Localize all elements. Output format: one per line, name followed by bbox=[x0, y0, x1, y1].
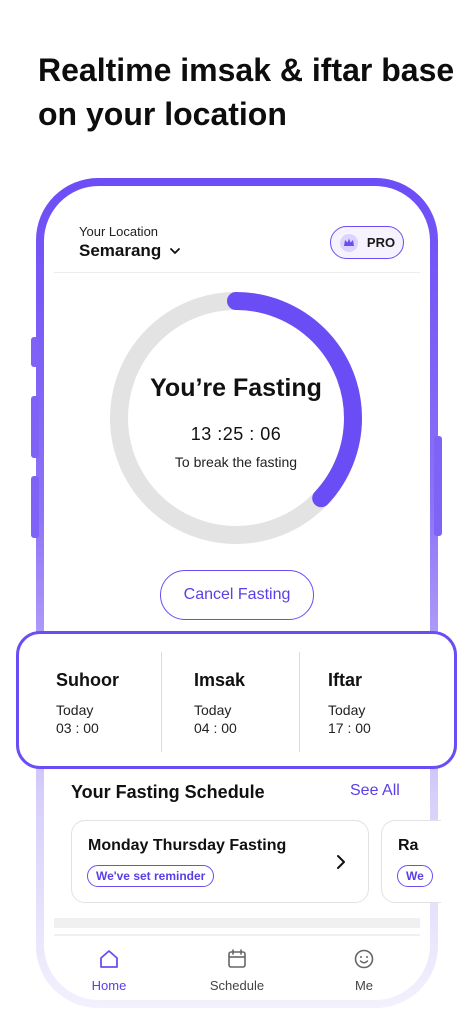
section-divider bbox=[54, 918, 420, 928]
fasting-progress-ring bbox=[110, 292, 362, 544]
cancel-fasting-button[interactable]: Cancel Fasting bbox=[160, 570, 314, 620]
location-selector[interactable]: Semarang bbox=[79, 241, 181, 261]
schedule-card[interactable]: Ra We bbox=[381, 820, 441, 903]
time-value: 03 : 00 bbox=[56, 720, 99, 736]
time-day: Today bbox=[56, 702, 94, 718]
section-divider bbox=[54, 934, 420, 936]
time-name: Suhoor bbox=[56, 670, 119, 690]
time-value: 17 : 00 bbox=[328, 720, 371, 736]
schedule-card[interactable]: Monday Thursday Fasting We've set remind… bbox=[71, 820, 369, 903]
time-day: Today bbox=[328, 702, 366, 718]
time-day: Today bbox=[194, 702, 232, 718]
smile-icon bbox=[354, 949, 374, 969]
schedule-card-name: Ra bbox=[398, 837, 419, 854]
phone-side-button bbox=[31, 337, 39, 367]
crown-icon bbox=[339, 233, 358, 252]
nav-item-home[interactable]: Home bbox=[69, 948, 149, 993]
nav-item-schedule[interactable]: Schedule bbox=[197, 948, 277, 993]
time-name: Imsak bbox=[194, 670, 246, 690]
nav-label: Me bbox=[354, 978, 374, 993]
time-value: 04 : 00 bbox=[194, 720, 237, 736]
header-divider bbox=[54, 272, 420, 273]
see-all-link[interactable]: See All bbox=[350, 782, 400, 800]
fasting-subtitle: To break the fasting bbox=[174, 454, 298, 470]
chevron-down-icon bbox=[170, 248, 181, 254]
pro-badge-label: PRO bbox=[366, 235, 396, 250]
fasting-timer: 13 :25 : 06 bbox=[190, 424, 282, 444]
headline: Realtime imsak & iftar base on your loca… bbox=[38, 52, 455, 132]
location-value: Semarang bbox=[79, 241, 162, 260]
schedule-title: Your Fasting Schedule bbox=[71, 782, 265, 802]
pro-badge-button[interactable]: PRO bbox=[330, 226, 404, 259]
prayer-times-card: Suhoor Today 03 : 00 Imsak Today 04 : 00… bbox=[16, 631, 457, 769]
reminder-tag: We bbox=[397, 865, 433, 887]
home-icon bbox=[100, 950, 118, 968]
location-label: Your Location bbox=[79, 224, 159, 239]
chevron-right-icon bbox=[337, 855, 345, 869]
calendar-icon bbox=[228, 949, 246, 968]
nav-label: Home bbox=[91, 978, 127, 993]
time-divider bbox=[161, 652, 162, 752]
phone-side-button bbox=[434, 436, 442, 536]
time-divider bbox=[299, 652, 300, 752]
phone-side-button bbox=[31, 476, 39, 538]
time-name: Iftar bbox=[328, 670, 363, 690]
fasting-title: You’re Fasting bbox=[150, 374, 322, 402]
phone-side-button bbox=[31, 396, 39, 458]
nav-label: Schedule bbox=[209, 978, 265, 993]
nav-item-me[interactable]: Me bbox=[324, 948, 404, 993]
reminder-tag: We've set reminder bbox=[87, 865, 215, 887]
schedule-card-name: Monday Thursday Fasting bbox=[88, 837, 287, 854]
